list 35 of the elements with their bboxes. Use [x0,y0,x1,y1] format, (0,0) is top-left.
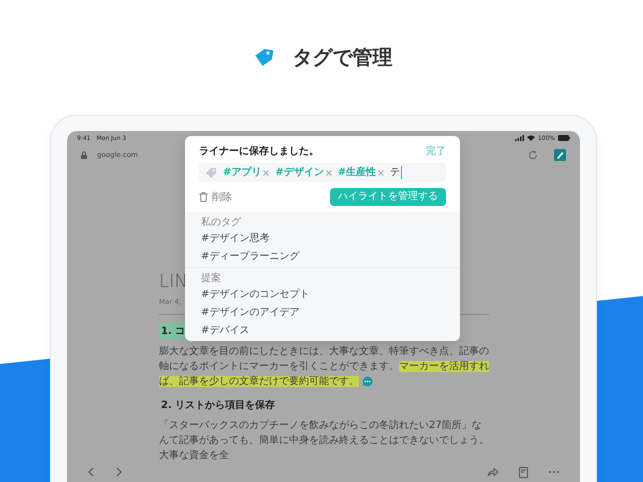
remove-icon[interactable] [326,170,332,176]
tag-option[interactable]: #デザインのコンセプト [185,286,460,304]
trash-icon [199,192,208,202]
forward-icon[interactable] [115,467,123,477]
tag-option[interactable]: #デザインのアイデア [185,304,460,322]
tag-option[interactable]: #ディープラーニング [185,248,460,266]
group-label: 提案 [200,272,222,286]
bookmark-list-icon[interactable] [519,466,528,478]
article-title: LIN [159,271,188,292]
tag-label: #アプリ [223,166,262,179]
tag-input-field[interactable]: #アプリ #デザイン #生産性 テ [199,163,446,182]
remove-icon[interactable] [263,170,270,176]
share-icon[interactable] [487,467,499,477]
dialog-title: ライナーに保存しました。 [199,144,319,158]
page-title: タグで管理 [292,44,392,71]
lock-icon [81,151,87,159]
delete-button[interactable]: 削除 [199,190,232,204]
comment-icon[interactable] [362,376,373,387]
signal-icon [514,135,524,141]
tag-label: #生産性 [338,166,376,179]
wifi-icon [526,135,535,141]
app-icon[interactable] [554,149,566,161]
article-paragraph: 膨大な文章を目の前にしたときには、大事な文章、特筆すべき点、記事の軸になるポイントにマーカーを引くことができます。マーカーを活用すれば、記事を少しの文章だけで要約可能です。 [159,344,489,389]
article-paragraph: 「スターバックスのカプチーノを飲みながらこの冬訪れたい27箇所」なんて記事があっても、簡単に中身を読み終えることはできないでしょう。大事な資金を全 [159,418,489,463]
section-heading: 2. リストから項目を保存 [160,398,276,413]
tag-input-text: テ [390,166,402,179]
tag-label: #デザイン [275,166,324,179]
more-icon[interactable] [548,470,560,474]
reload-icon[interactable] [528,150,538,160]
battery-icon [558,135,570,141]
remove-icon[interactable] [378,170,384,176]
tag-option[interactable]: #デザイン思考 [185,230,460,248]
group-label: 私のタグ [200,216,242,230]
back-icon[interactable] [87,467,95,477]
tag-icon [205,166,217,178]
